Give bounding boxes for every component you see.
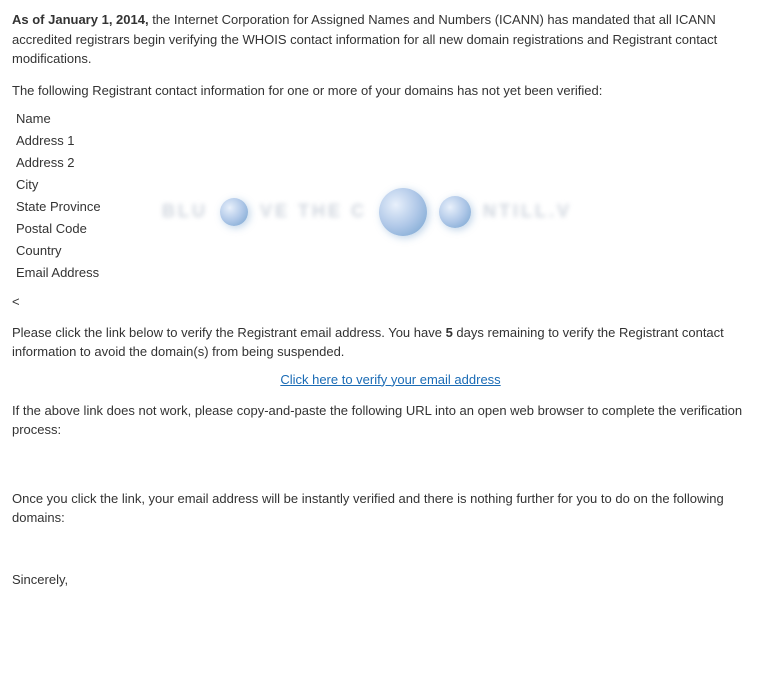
- label-postal: Postal Code: [16, 221, 176, 236]
- contact-row-name: Name: [12, 108, 769, 130]
- sincerely-text: Sincerely,: [12, 572, 769, 587]
- verify-paragraph: Please click the link below to verify th…: [12, 323, 769, 362]
- label-city: City: [16, 177, 176, 192]
- label-name: Name: [16, 111, 176, 126]
- label-email: Email Address: [16, 265, 176, 280]
- verify-email-link[interactable]: Click here to verify your email address: [280, 372, 500, 387]
- label-address1: Address 1: [16, 133, 176, 148]
- once-verified-text: Once you click the link, your email addr…: [12, 489, 769, 528]
- intro-date: As of January 1, 2014,: [12, 12, 149, 27]
- contact-row-email: Email Address: [12, 262, 769, 284]
- subtitle-text: The following Registrant contact informa…: [12, 83, 769, 98]
- contact-table: Name Address 1 Address 2 City State Prov…: [12, 108, 769, 284]
- back-link[interactable]: <: [12, 294, 769, 309]
- label-address2: Address 2: [16, 155, 176, 170]
- contact-row-state: State Province: [12, 196, 769, 218]
- label-state: State Province: [16, 199, 176, 214]
- contact-info-section: Name Address 1 Address 2 City State Prov…: [12, 108, 769, 284]
- contact-row-country: Country: [12, 240, 769, 262]
- contact-row-address1: Address 1: [12, 130, 769, 152]
- intro-paragraph: As of January 1, 2014, the Internet Corp…: [12, 10, 769, 69]
- days-remaining: 5: [446, 325, 453, 340]
- spacer: [12, 542, 769, 562]
- label-country: Country: [16, 243, 176, 258]
- contact-row-city: City: [12, 174, 769, 196]
- verify-link-container: Click here to verify your email address: [12, 372, 769, 387]
- url-area: [12, 454, 769, 469]
- fallback-paragraph: If the above link does not work, please …: [12, 401, 769, 440]
- contact-row-address2: Address 2: [12, 152, 769, 174]
- contact-row-postal: Postal Code BLU VE THE C NTILL.V: [12, 218, 769, 240]
